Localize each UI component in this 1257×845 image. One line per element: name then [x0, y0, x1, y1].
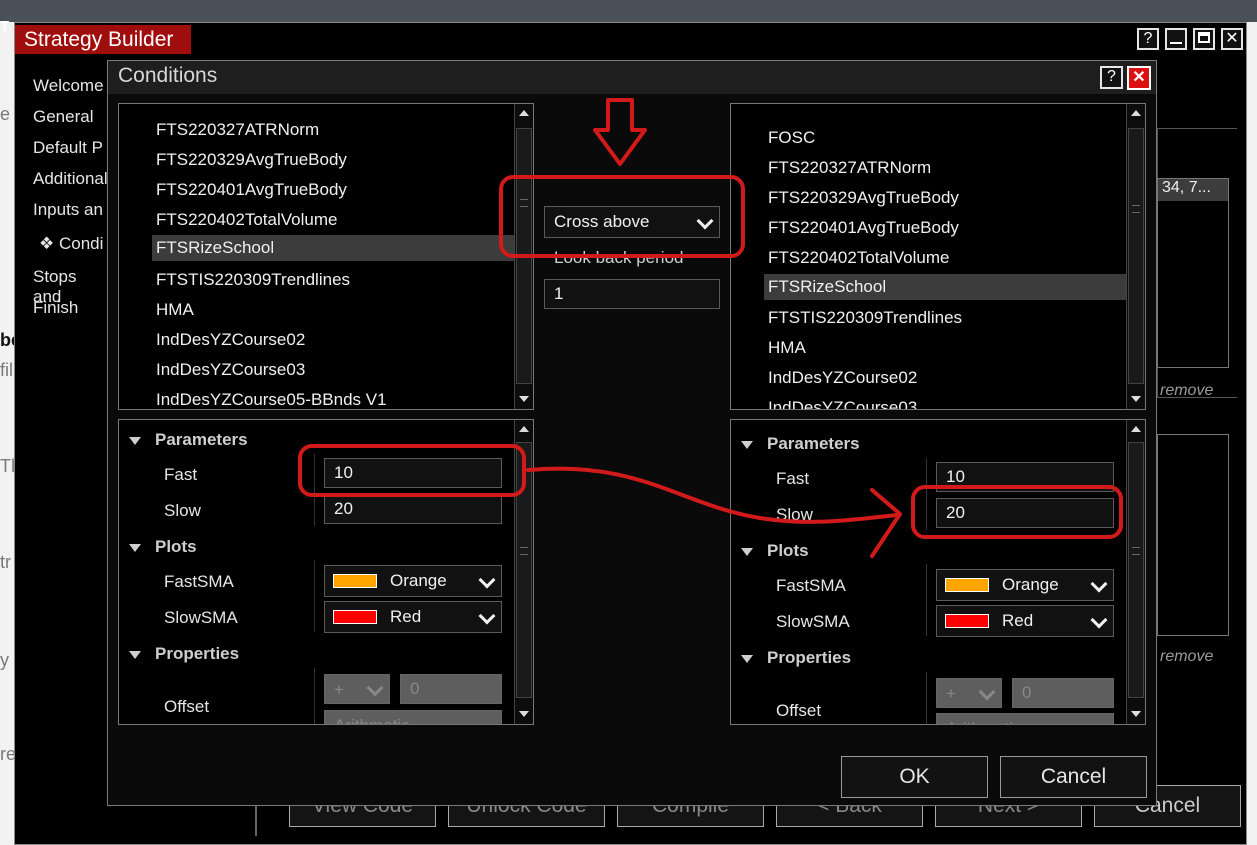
annotation-overlay — [526, 98, 902, 558]
arrowhead-icon — [870, 488, 902, 558]
curved-arrow-icon — [526, 466, 899, 524]
down-arrow-icon — [593, 98, 647, 166]
